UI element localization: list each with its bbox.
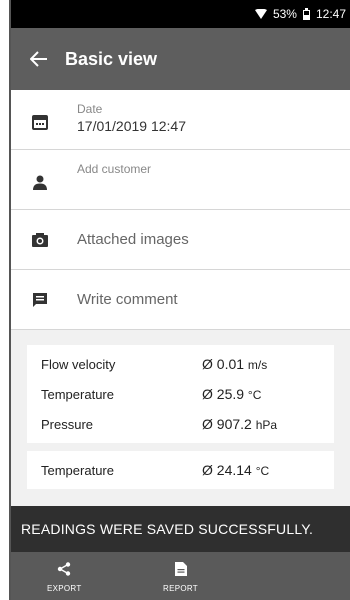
reading-name: Flow velocity [41, 356, 116, 372]
calendar-icon [29, 114, 51, 130]
export-button[interactable]: EXPORT [47, 562, 82, 593]
clock: 12:47 [315, 7, 346, 21]
person-icon [29, 174, 51, 190]
report-button[interactable]: REPORT [163, 562, 198, 593]
readings-card-1: Flow velocity Ø 0.01 m/s Temperature Ø 2… [27, 345, 334, 443]
reading-row: Flow velocity Ø 0.01 m/s [41, 349, 320, 379]
export-label: EXPORT [47, 584, 82, 593]
back-arrow-icon[interactable] [27, 47, 51, 71]
share-icon [57, 562, 71, 578]
reading-name: Pressure [41, 416, 94, 432]
reading-value: Ø 907.2 hPa [202, 416, 278, 432]
add-customer-label: Add customer [77, 162, 152, 176]
write-comment-row[interactable]: Write comment [11, 270, 350, 330]
battery-icon [302, 8, 310, 20]
reading-value: Ø 0.01 m/s [202, 356, 268, 372]
reading-name: Temperature [41, 386, 114, 402]
add-customer-row[interactable]: Add customer [11, 150, 350, 210]
report-label: REPORT [163, 584, 198, 593]
write-comment-label: Write comment [77, 291, 178, 308]
readings-card-2: Temperature Ø 24.14 °C [27, 451, 334, 489]
reading-name: Temperature [41, 462, 114, 478]
camera-icon [29, 232, 51, 248]
page-title: Basic view [65, 48, 158, 69]
comment-icon [29, 292, 51, 308]
date-label: Date [77, 102, 103, 116]
attached-images-row[interactable]: Attached images [11, 210, 350, 270]
reading-row: Temperature Ø 25.9 °C [41, 379, 320, 409]
wifi-icon [254, 9, 267, 19]
document-icon [174, 562, 187, 578]
readings-section: Flow velocity Ø 0.01 m/s Temperature Ø 2… [11, 330, 350, 489]
attached-images-label: Attached images [77, 231, 189, 248]
reading-value: Ø 24.14 °C [202, 462, 270, 478]
date-value: 17/01/2019 12:47 [77, 118, 186, 134]
reading-value: Ø 25.9 °C [202, 386, 262, 402]
app-screen: 53% 12:47 Basic view Date 17/01/2019 12:… [11, 0, 350, 600]
date-row[interactable]: Date 17/01/2019 12:47 [11, 90, 350, 150]
reading-row: Temperature Ø 24.14 °C [41, 455, 320, 485]
snackbar-message: READINGS WERE SAVED SUCCESSFULLY. [11, 506, 350, 552]
reading-row: Pressure Ø 907.2 hPa [41, 409, 320, 439]
battery-percent: 53% [272, 7, 297, 21]
bottom-action-bar: EXPORT REPORT [11, 552, 350, 600]
status-bar: 53% 12:47 [11, 0, 350, 28]
window-edge [0, 0, 11, 600]
app-bar: Basic view [11, 28, 350, 90]
